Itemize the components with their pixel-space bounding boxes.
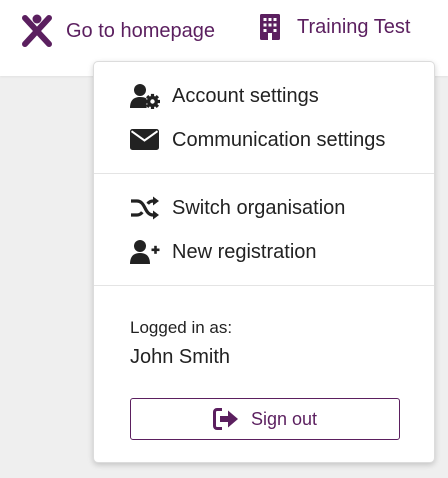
switch-organisation-label: Switch organisation xyxy=(172,196,346,219)
new-registration-item[interactable]: New registration xyxy=(130,239,317,265)
go-to-homepage-label: Go to homepage xyxy=(66,19,215,42)
account-settings-item[interactable]: Account settings xyxy=(130,83,319,109)
organisation-name: Training Test xyxy=(297,15,411,38)
go-to-homepage-link[interactable]: Go to homepage xyxy=(20,13,215,49)
person-star-logo-icon xyxy=(20,13,54,49)
menu-divider xyxy=(94,285,434,286)
shuffle-icon xyxy=(130,195,160,221)
user-plus-icon xyxy=(130,239,160,265)
user-gear-icon xyxy=(130,83,160,109)
account-settings-label: Account settings xyxy=(172,84,319,107)
user-name: John Smith xyxy=(130,346,231,368)
communication-settings-item[interactable]: Communication settings xyxy=(130,127,385,153)
new-registration-label: New registration xyxy=(172,240,317,263)
building-icon xyxy=(259,13,281,41)
switch-organisation-item[interactable]: Switch organisation xyxy=(130,195,345,221)
logged-in-as-label: Logged in as: xyxy=(130,318,233,337)
envelope-icon xyxy=(130,127,160,153)
sign-out-label: Sign out xyxy=(250,408,318,429)
sign-out-button[interactable]: Sign out xyxy=(130,398,400,440)
communication-settings-label: Communication settings xyxy=(172,128,386,151)
sign-out-icon xyxy=(212,408,239,430)
menu-divider xyxy=(94,173,434,174)
organisation-link[interactable]: Training Test xyxy=(259,13,410,41)
user-dropdown-menu: Account settings Communication settings … xyxy=(93,61,435,463)
